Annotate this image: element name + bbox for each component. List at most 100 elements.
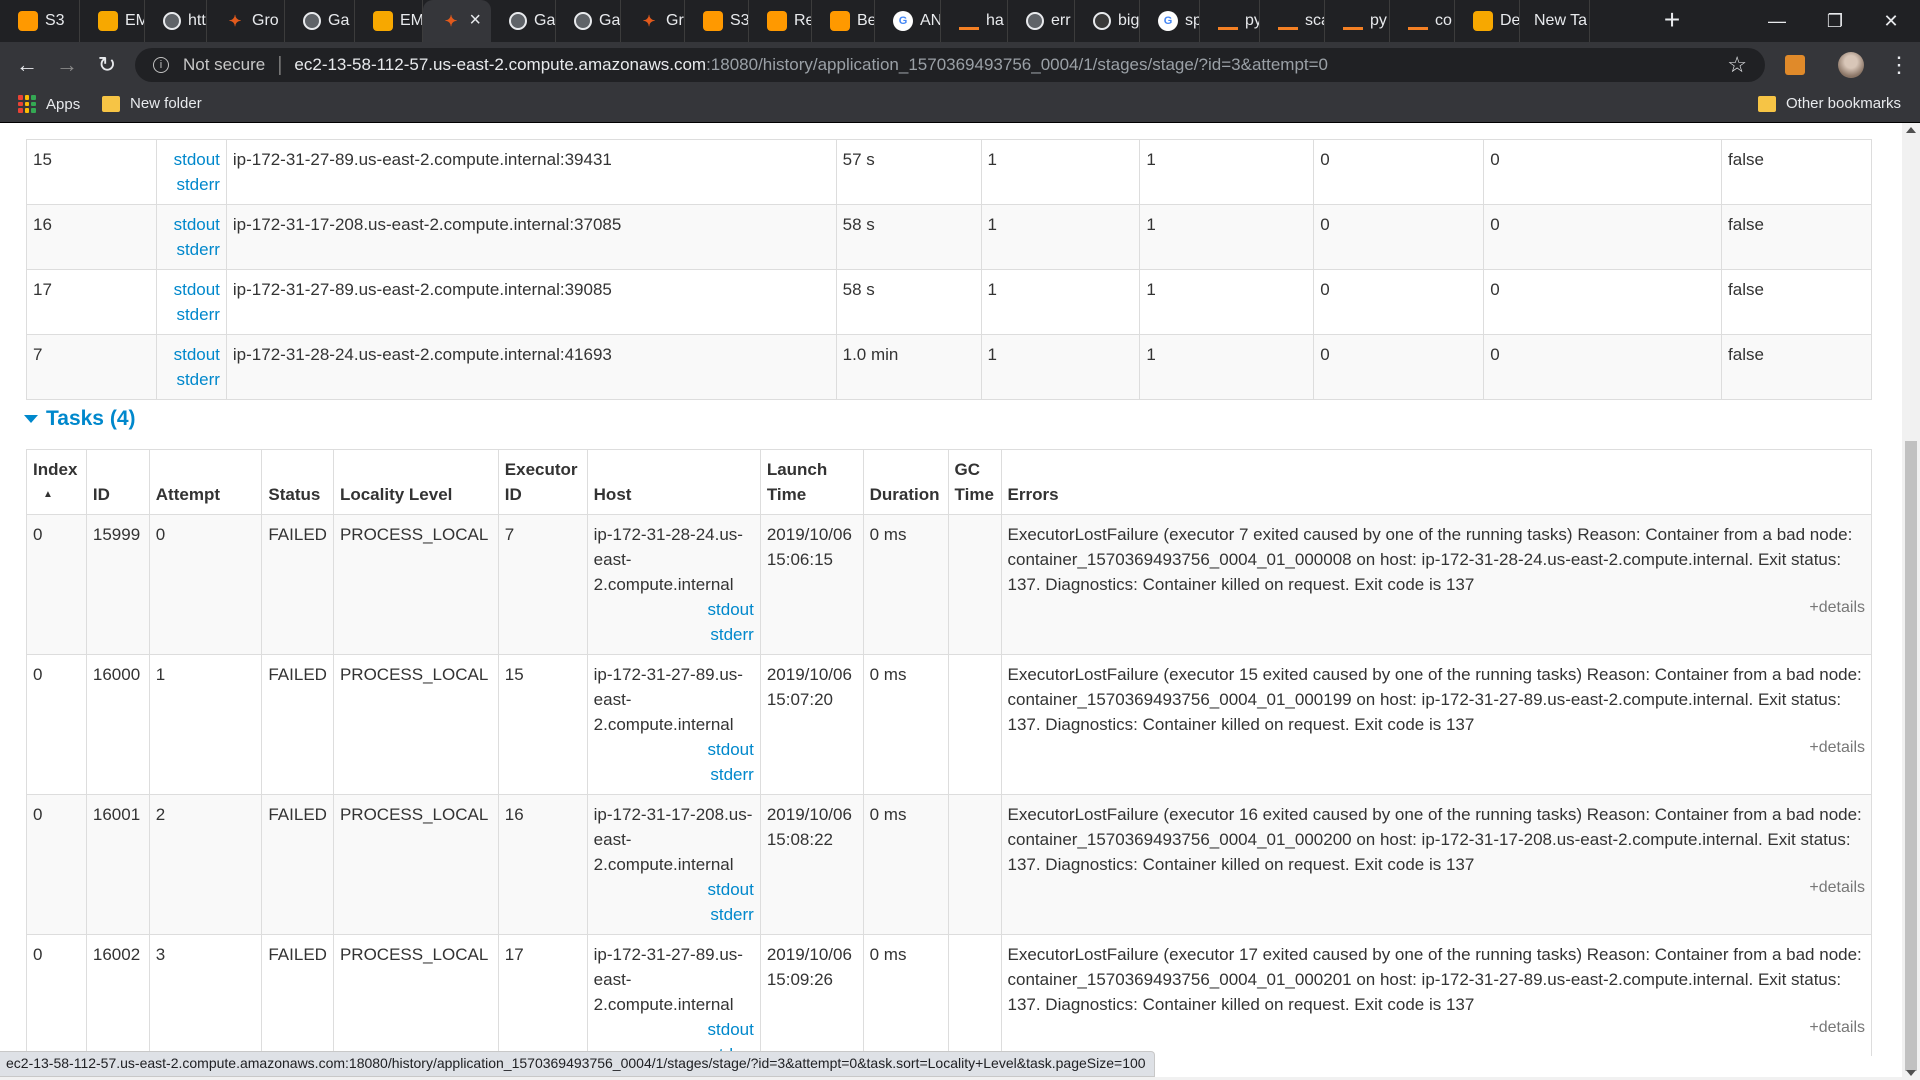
close-tab-icon[interactable]: ×: [469, 9, 481, 32]
stdout-link[interactable]: stdout: [163, 147, 220, 172]
stderr-link[interactable]: stderr: [163, 172, 219, 197]
bookmark-other[interactable]: Other bookmarks: [1758, 95, 1901, 112]
header-errors[interactable]: Errors: [1000, 449, 1872, 515]
browser-tab[interactable]: Ga: [556, 0, 621, 42]
executor-address: ip-172-31-17-208.us-east-2.compute.inter…: [225, 204, 837, 270]
browser-tab[interactable]: Ga: [491, 0, 556, 42]
bookmark-star-icon[interactable]: ☆: [1727, 52, 1747, 78]
browser-tab[interactable]: co: [1390, 0, 1455, 42]
bookmark-new-folder[interactable]: New folder: [102, 95, 202, 112]
new-tab-button[interactable]: +: [1657, 6, 1687, 36]
header-duration[interactable]: Duration: [862, 449, 949, 515]
header-executor-id[interactable]: Executor ID: [497, 449, 588, 515]
header-index[interactable]: Index ▲: [26, 449, 87, 515]
error-message: ExecutorLostFailure (executor 7 exited c…: [1007, 525, 1853, 594]
browser-tab[interactable]: py: [1325, 0, 1390, 42]
browser-tab[interactable]: htt: [145, 0, 207, 42]
reload-icon[interactable]: ↻: [92, 50, 122, 80]
header-attempt[interactable]: Attempt: [148, 449, 263, 515]
stderr-link[interactable]: stderr: [163, 237, 219, 262]
total-tasks: 1: [980, 334, 1141, 400]
task-index: 0: [26, 794, 87, 935]
back-icon[interactable]: ←: [12, 50, 42, 80]
details-toggle[interactable]: +details: [1008, 595, 1865, 620]
stderr-link[interactable]: stderr: [594, 622, 753, 647]
browser-tab[interactable]: G AN: [875, 0, 941, 42]
browser-tab-label: htt: [188, 12, 206, 29]
browser-tab[interactable]: Be: [812, 0, 875, 42]
succeeded-tasks: 0: [1483, 204, 1723, 270]
stdout-link[interactable]: stdout: [594, 597, 754, 622]
total-tasks: 1: [980, 204, 1141, 270]
stderr-link[interactable]: stderr: [163, 302, 219, 327]
browser-tab[interactable]: big: [1075, 0, 1140, 42]
details-toggle[interactable]: +details: [1008, 1015, 1865, 1040]
address-bar[interactable]: i Not secure | ec2-13-58-112-57.us-east-…: [135, 48, 1765, 82]
header-host[interactable]: Host: [586, 449, 761, 515]
scrollbar-thumb[interactable]: [1905, 441, 1917, 1071]
close-window-icon[interactable]: ✕: [1862, 0, 1920, 42]
executor-logs: stdout stderr: [155, 139, 227, 205]
stdout-link[interactable]: stdout: [594, 1017, 754, 1042]
executor-id: 16: [26, 204, 157, 270]
browser-tab-label: Ga: [328, 12, 350, 29]
details-toggle[interactable]: +details: [1008, 875, 1865, 900]
task-host-name: ip-172-31-27-89.us-east-2.compute.intern…: [593, 945, 743, 1014]
link-preview-status: ec2-13-58-112-57.us-east-2.compute.amazo…: [0, 1051, 1155, 1077]
details-toggle[interactable]: +details: [1008, 735, 1865, 760]
task-errors: ExecutorLostFailure (executor 16 exited …: [1000, 794, 1872, 935]
browser-tab[interactable]: ✦ Gro: [207, 0, 285, 42]
vertical-scrollbar[interactable]: [1902, 123, 1920, 1080]
tasks-header-row: Index ▲ ID Attempt Status Locality Level …: [26, 449, 1872, 515]
minimize-icon[interactable]: —: [1748, 0, 1806, 42]
browser-tab[interactable]: Ga: [285, 0, 355, 42]
browser-tab[interactable]: S3: [0, 0, 80, 42]
stdout-link[interactable]: stdout: [163, 277, 220, 302]
header-index-label: Index: [33, 460, 78, 479]
url-host: ec2-13-58-112-57.us-east-2.compute.amazo…: [294, 55, 707, 74]
stdout-link[interactable]: stdout: [594, 737, 754, 762]
browser-tab-label: big: [1118, 12, 1140, 29]
browser-tab-label: S3: [730, 12, 749, 29]
stdout-link[interactable]: stdout: [594, 877, 754, 902]
stderr-link[interactable]: stderr: [594, 762, 753, 787]
header-gc-time[interactable]: GC Time: [947, 449, 1002, 515]
browser-tab[interactable]: ha: [941, 0, 1008, 42]
browser-tab-label: sp: [1185, 12, 1199, 29]
header-locality[interactable]: Locality Level: [332, 449, 499, 515]
task-host-name: ip-172-31-17-208.us-east-2.compute.inter…: [593, 805, 753, 874]
header-status[interactable]: Status: [261, 449, 334, 515]
browser-tab[interactable]: De: [1455, 0, 1520, 42]
avatar[interactable]: [1838, 52, 1864, 78]
bookmark-apps[interactable]: Apps: [18, 95, 80, 113]
restore-icon[interactable]: ❐: [1806, 0, 1864, 42]
security-label: Not secure: [183, 55, 266, 74]
browser-tab[interactable]: EM: [355, 0, 423, 42]
browser-tab[interactable]: py: [1200, 0, 1260, 42]
browser-tab[interactable]: ✦ ×: [423, 0, 491, 42]
info-icon[interactable]: i: [153, 57, 169, 73]
scroll-down-icon[interactable]: [1906, 1070, 1916, 1076]
tasks-section-toggle[interactable]: Tasks (4): [24, 407, 136, 431]
forward-icon[interactable]: →: [52, 50, 82, 80]
browser-tab[interactable]: sca: [1260, 0, 1325, 42]
stdout-link[interactable]: stdout: [163, 342, 220, 367]
aws-icon: [703, 11, 723, 31]
header-id[interactable]: ID: [85, 449, 150, 515]
browser-tab[interactable]: ✦ Gr: [621, 0, 685, 42]
menu-dots-icon[interactable]: ⋮: [1888, 52, 1910, 78]
page-icon: [509, 12, 527, 30]
stdout-link[interactable]: stdout: [163, 212, 220, 237]
task-host: ip-172-31-17-208.us-east-2.compute.inter…: [586, 794, 761, 935]
browser-tab[interactable]: EM: [80, 0, 145, 42]
extension-icon[interactable]: [1785, 55, 1805, 75]
browser-tab[interactable]: err: [1008, 0, 1075, 42]
stderr-link[interactable]: stderr: [163, 367, 219, 392]
header-launch-time[interactable]: Launch Time: [759, 449, 864, 515]
scroll-up-icon[interactable]: [1906, 127, 1916, 133]
browser-tab[interactable]: Re: [749, 0, 812, 42]
browser-tab[interactable]: S3: [685, 0, 749, 42]
stderr-link[interactable]: stderr: [594, 902, 753, 927]
browser-tab[interactable]: Gsp: [1140, 0, 1200, 42]
browser-tab[interactable]: New Ta: [1520, 0, 1590, 42]
